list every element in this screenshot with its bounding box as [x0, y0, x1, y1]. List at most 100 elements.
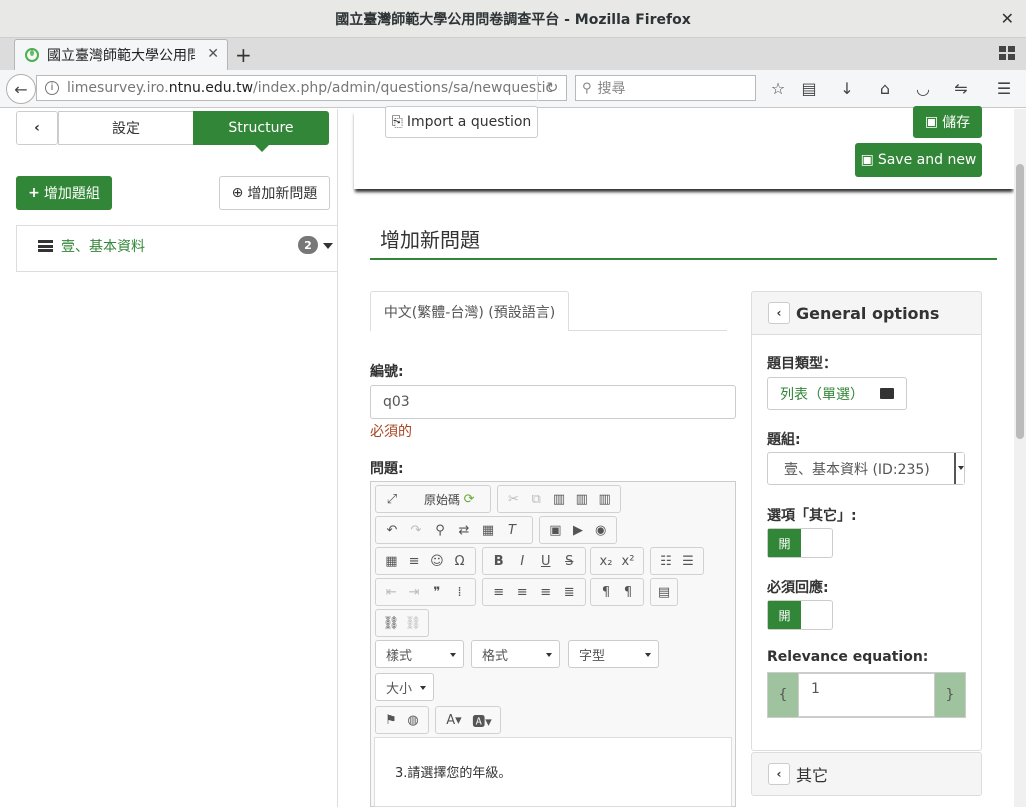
drag-handle-icon[interactable] [38, 240, 53, 252]
sidebar-item-group[interactable]: 壹、基本資料 [38, 236, 145, 256]
video-icon[interactable]: ▶ [567, 519, 590, 541]
ltr-icon[interactable]: ¶ [595, 581, 617, 603]
question-label: 問題: [370, 461, 404, 477]
sync-icon[interactable]: ⇋ [950, 78, 972, 98]
align-left-icon[interactable]: ≡ [487, 581, 511, 603]
tab-list-icon[interactable] [999, 46, 1015, 60]
browser-tab[interactable]: 國立臺灣師範大學公用問卷調查平台 ✕ [14, 39, 228, 70]
image-icon[interactable]: ▣ [544, 519, 567, 541]
flash-icon[interactable]: ◉ [589, 519, 612, 541]
bookmark-star-icon[interactable]: ☆ [767, 78, 789, 98]
blockquote-icon[interactable]: ❞ [426, 581, 449, 603]
url-bar[interactable]: i limesurvey.iro. ntnu.edu.tw/index.php/a… [36, 75, 567, 101]
sidebar-collapse-button[interactable]: ‹ [16, 111, 58, 145]
new-tab-icon[interactable]: + [235, 43, 252, 67]
paste-word-icon[interactable]: ▥ [593, 488, 616, 510]
other-section-header[interactable]: ‹ 其它 [751, 752, 982, 796]
scrollbar-thumb[interactable] [1016, 164, 1024, 439]
sidebar [0, 109, 338, 807]
div-container-icon[interactable]: ⁞ [448, 581, 471, 603]
back-button[interactable]: ← [6, 74, 36, 104]
downloads-icon[interactable]: ↓ [836, 78, 858, 98]
link-icon[interactable]: ⛓ [380, 612, 402, 634]
reading-list-icon[interactable]: ▤ [798, 78, 820, 98]
add-group-button[interactable]: + 增加題組 [16, 176, 112, 210]
background-color-icon[interactable]: 🅰▾ [468, 709, 496, 731]
special-char-icon[interactable]: Ω [448, 550, 471, 572]
format-dropdown[interactable]: 格式 [471, 640, 560, 668]
font-dropdown[interactable]: 字型 [568, 640, 659, 668]
other-option-label: 選項「其它」: [767, 508, 857, 524]
text-color-icon[interactable]: A▾ [440, 709, 468, 731]
caret-down-icon[interactable] [323, 243, 333, 249]
chevron-left-icon[interactable]: ‹ [768, 302, 790, 324]
search-input[interactable]: ⚲ 搜尋 [575, 75, 756, 101]
replace-icon[interactable]: ⇄ [452, 519, 476, 541]
group-label: 題組: [767, 432, 801, 448]
numbered-list-icon[interactable]: ☷ [655, 550, 677, 572]
import-question-button[interactable]: ⎘ Import a question [385, 106, 538, 138]
copy-icon[interactable]: ⧉ [525, 488, 548, 510]
table-icon[interactable]: ▦ [380, 550, 403, 572]
indent-icon[interactable]: ⇥ [403, 581, 426, 603]
editor-toolbar-group-8: ☷ ☰ [650, 547, 704, 575]
select-all-icon[interactable]: ▦ [476, 519, 500, 541]
remove-format-icon[interactable]: T [500, 519, 524, 541]
align-right-icon[interactable]: ≡ [534, 581, 558, 603]
tab-structure[interactable]: Structure [193, 111, 329, 152]
home-icon[interactable]: ⌂ [874, 78, 896, 98]
window-close-icon[interactable]: ✕ [1001, 9, 1014, 28]
relevance-equation-field[interactable]: { 1 } [767, 672, 966, 718]
tab-settings[interactable]: 設定 [58, 111, 194, 145]
superscript-icon[interactable]: x² [617, 550, 639, 572]
styles-dropdown[interactable]: 樣式 [375, 640, 464, 668]
tab-close-icon[interactable]: ✕ [207, 46, 219, 62]
undo-icon[interactable]: ↶ [380, 519, 404, 541]
redo-icon[interactable]: ↷ [404, 519, 428, 541]
anchor-flag-icon[interactable]: ⚑ [380, 709, 402, 731]
underline-icon[interactable]: U [534, 550, 558, 572]
hamburger-menu-icon[interactable]: ☰ [993, 78, 1015, 98]
relevance-value[interactable]: 1 [798, 673, 935, 717]
site-info-icon[interactable]: i [45, 81, 59, 95]
bold-icon[interactable]: B [487, 550, 511, 572]
other-option-toggle[interactable]: 開 [767, 528, 833, 558]
save-button[interactable]: ▣ 儲存 [913, 106, 982, 138]
editor-toolbar-group-5: ▦ ≡ ☺ Ω [375, 547, 476, 575]
question-type-button[interactable]: 列表（單選） [767, 377, 907, 410]
horizontal-rule-icon[interactable]: ≡ [403, 550, 426, 572]
add-question-button[interactable]: ⊕ 增加新問題 [219, 176, 330, 210]
bullet-list-icon[interactable]: ☰ [677, 550, 699, 572]
editor-content[interactable]: 3.請選擇您的年級。 [374, 737, 732, 807]
code-field[interactable]: q03 [370, 385, 736, 419]
smiley-icon[interactable]: ☺ [426, 550, 449, 572]
mandatory-toggle[interactable]: 開 [767, 600, 833, 630]
save-and-new-button[interactable]: ▣ Save and new [855, 143, 982, 177]
paste-text-icon[interactable]: ▥ [570, 488, 593, 510]
language-globe-icon[interactable]: ◍ [402, 709, 424, 731]
general-options-header[interactable]: ‹ General options [751, 291, 982, 335]
group-select[interactable]: 壹、基本資料 (ID:235) [767, 452, 965, 485]
rtl-icon[interactable]: ¶ [617, 581, 639, 603]
editor-toolbar-group-15: A▾ 🅰▾ [435, 706, 501, 734]
maximize-icon[interactable]: ⤢ [380, 488, 404, 510]
chevron-left-icon[interactable]: ‹ [768, 763, 790, 785]
page-break-icon[interactable]: ▤ [655, 581, 673, 603]
align-center-icon[interactable]: ≡ [511, 581, 535, 603]
unlink-icon[interactable]: ⛓ [402, 612, 424, 634]
italic-icon[interactable]: I [511, 550, 535, 572]
find-icon[interactable]: ⚲ [428, 519, 452, 541]
tab-language[interactable]: 中文(繁體-台灣) (預設語言) [370, 291, 569, 331]
reload-icon[interactable]: ↻ [537, 75, 567, 101]
paste-icon[interactable]: ▥ [548, 488, 571, 510]
pocket-icon[interactable]: ◡ [912, 78, 934, 98]
cut-icon[interactable]: ✂ [502, 488, 525, 510]
justify-icon[interactable]: ≣ [558, 581, 582, 603]
editor-toolbar-group-13: ⛓ ⛓ [375, 609, 429, 637]
source-button[interactable]: 原始碼 [424, 491, 460, 508]
group-name: 壹、基本資料 [61, 239, 145, 255]
size-dropdown[interactable]: 大小 [375, 673, 434, 701]
outdent-icon[interactable]: ⇤ [380, 581, 403, 603]
strikethrough-icon[interactable]: S [558, 550, 582, 572]
subscript-icon[interactable]: x₂ [595, 550, 617, 572]
